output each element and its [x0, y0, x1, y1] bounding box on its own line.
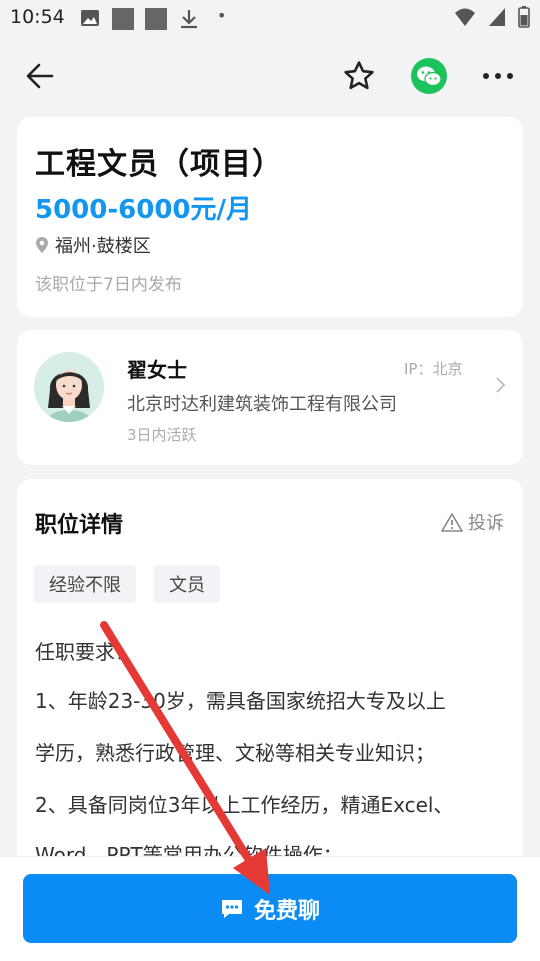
- recruiter-ip: IP：北京: [404, 360, 463, 378]
- chat-bubble-icon: [221, 899, 242, 918]
- recruiter-name: 翟女士: [127, 358, 187, 382]
- recruiter-card[interactable]: 翟女士 IP：北京 北京时达利建筑装饰工程有限公司 3日内活跃: [17, 330, 523, 465]
- signal-icon: [489, 8, 505, 26]
- requirement-line: 任职要求：: [35, 640, 135, 664]
- location-pin-icon: [36, 237, 48, 253]
- status-bar: 10:54 •: [0, 0, 540, 38]
- job-tag: 文员: [154, 565, 220, 603]
- back-arrow-icon: [26, 63, 54, 89]
- more-button[interactable]: [478, 56, 518, 96]
- battery-icon: [518, 6, 530, 28]
- wechat-share-button[interactable]: [411, 58, 447, 94]
- status-right-icons: [454, 6, 530, 28]
- requirement-line: 1、年龄23-30岁，需具备国家统招大专及以上: [35, 689, 446, 713]
- status-more-dot: •: [217, 6, 227, 25]
- avatar: [34, 352, 104, 422]
- job-location-text: 福州·鼓楼区: [55, 236, 151, 257]
- wechat-icon: [417, 66, 442, 87]
- job-salary: 5000-6000元/月: [35, 195, 253, 225]
- recruiter-avatar-illustration: [34, 352, 104, 422]
- job-tag: 经验不限: [34, 565, 136, 603]
- detail-title: 职位详情: [35, 513, 124, 538]
- job-title: 工程文员（项目）: [35, 147, 283, 182]
- wifi-icon: [455, 8, 475, 26]
- recruiter-company: 北京时达利建筑装饰工程有限公司: [127, 394, 397, 415]
- back-button[interactable]: [20, 56, 60, 96]
- app-notification-icon: [145, 8, 167, 30]
- chevron-right-icon: [496, 377, 506, 393]
- star-icon: [344, 61, 374, 90]
- requirement-line: 2、具备同岗位3年以上工作经历，精通Excel、: [35, 793, 454, 817]
- favorite-button[interactable]: [339, 56, 379, 96]
- requirement-line: 学历，熟悉行政管理、文秘等相关专业知识；: [35, 741, 435, 765]
- status-time: 10:54: [10, 6, 65, 28]
- report-label: 投诉: [468, 513, 504, 534]
- app-notification-icon: [112, 8, 134, 30]
- more-icon: [483, 73, 513, 79]
- job-posted-time: 该职位于7日内发布: [35, 275, 182, 295]
- free-chat-button[interactable]: 免费聊: [23, 874, 517, 943]
- recruiter-active-status: 3日内活跃: [127, 426, 197, 444]
- free-chat-label: 免费聊: [253, 898, 320, 924]
- report-button[interactable]: 投诉: [441, 509, 504, 535]
- top-nav: [0, 48, 540, 104]
- warning-icon: [441, 513, 463, 532]
- job-location: 福州·鼓楼区: [35, 232, 151, 258]
- gallery-icon: [81, 10, 99, 26]
- download-icon: [181, 10, 197, 29]
- job-summary-card: 工程文员（项目） 5000-6000元/月 福州·鼓楼区 该职位于7日内发布: [17, 117, 523, 317]
